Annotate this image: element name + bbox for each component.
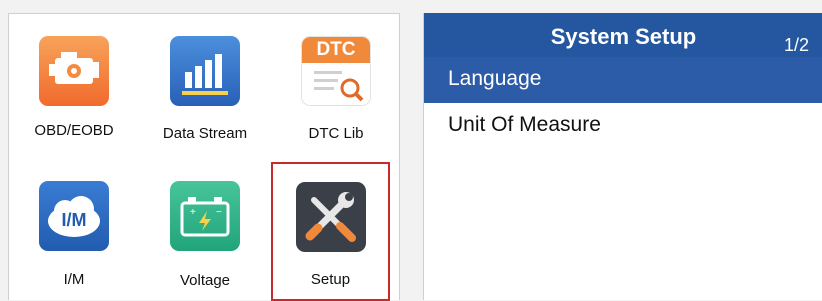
bar-chart-icon — [170, 36, 240, 106]
tile-label: Setup — [310, 271, 351, 288]
title-bar: System Setup 1/2 — [424, 13, 822, 57]
tile-im[interactable]: I/M I/M — [9, 159, 139, 299]
system-setup-screen: System Setup 1/2 Language Unit Of Measur… — [423, 13, 822, 300]
tile-label: Voltage — [179, 272, 231, 289]
dtc-search-icon: DTC — [301, 36, 371, 106]
tile-label: I/M — [63, 271, 85, 288]
tile-label: Data Stream — [162, 125, 248, 142]
tile-obd-eobd[interactable]: OBD/EOBD — [9, 14, 139, 154]
screen-title: System Setup — [550, 24, 697, 49]
battery-icon: + − — [170, 181, 240, 251]
engine-icon — [39, 36, 109, 106]
tile-data-stream[interactable]: Data Stream — [140, 14, 270, 154]
app-grid: OBD/EOBD Data Stream DTC DTC Lib I/M I/M… — [8, 13, 401, 301]
menu-item-unit-of-measure[interactable]: Unit Of Measure — [424, 103, 822, 149]
menu-item-language[interactable]: Language — [424, 57, 822, 103]
tile-dtc-lib[interactable]: DTC DTC Lib — [271, 14, 401, 154]
tile-voltage[interactable]: + − Voltage — [140, 159, 270, 299]
tile-label: OBD/EOBD — [34, 122, 114, 139]
svg-text:+: + — [190, 207, 196, 218]
svg-text:−: − — [216, 207, 222, 218]
wrench-screwdriver-icon — [295, 182, 366, 252]
im-icon-text: I/M — [62, 210, 87, 230]
im-cloud-icon: I/M — [39, 181, 109, 251]
dtc-icon-text: DTC — [302, 37, 370, 63]
tile-label: DTC Lib — [308, 125, 364, 142]
tile-setup[interactable]: Setup — [271, 162, 390, 301]
page-indicator: 1/2 — [783, 35, 809, 55]
